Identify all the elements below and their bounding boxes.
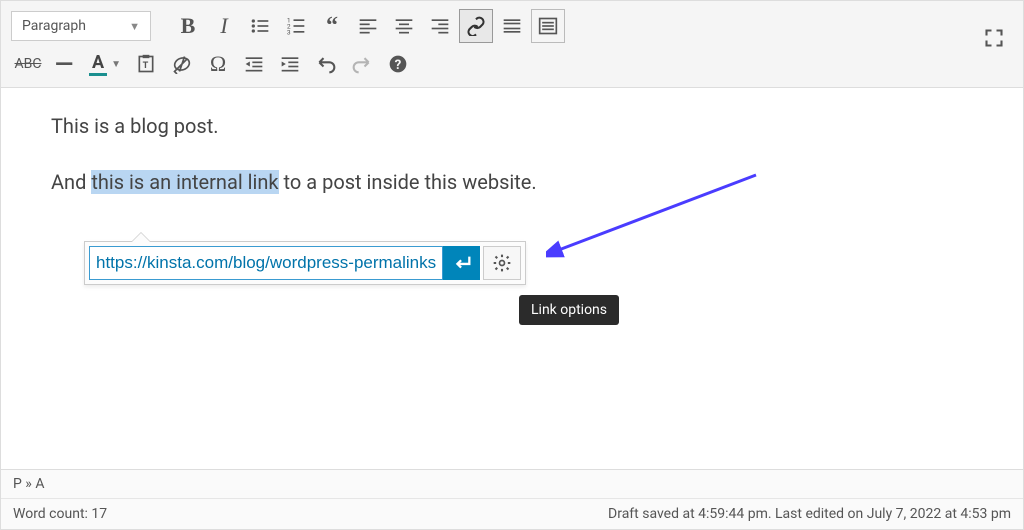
link-options-button[interactable] xyxy=(483,246,521,280)
paragraph-1: This is a blog post. xyxy=(51,110,973,142)
align-center-button[interactable] xyxy=(387,9,421,43)
block-format-select[interactable]: Paragraph ▼ xyxy=(11,11,151,41)
help-button[interactable]: ? xyxy=(381,47,415,81)
insert-more-button[interactable] xyxy=(495,9,529,43)
status-info-row: Word count: 17 Draft saved at 4:59:44 pm… xyxy=(1,499,1023,529)
toolbar-row-2: ABC — A ▼ T Ω ? xyxy=(11,45,1013,83)
svg-text:?: ? xyxy=(395,58,402,73)
ordered-list-button[interactable]: 123 xyxy=(279,9,313,43)
apply-link-button[interactable] xyxy=(443,246,481,280)
enter-icon xyxy=(451,252,473,274)
toolbar-row-1: Paragraph ▼ B I 123 “ xyxy=(11,7,1013,45)
bold-button[interactable]: B xyxy=(171,9,205,43)
word-count: Word count: 17 xyxy=(13,506,107,522)
insert-link-button[interactable] xyxy=(459,9,493,43)
chevron-down-icon: ▼ xyxy=(129,20,140,33)
block-format-label: Paragraph xyxy=(22,18,86,34)
redo-button[interactable] xyxy=(345,47,379,81)
special-character-button[interactable]: Ω xyxy=(201,47,235,81)
text-color-a-icon: A xyxy=(89,52,107,76)
link-edit-popup xyxy=(84,241,526,285)
link-url-input[interactable] xyxy=(89,246,443,280)
fullscreen-button[interactable] xyxy=(977,21,1011,55)
svg-text:3: 3 xyxy=(287,28,291,36)
status-bar: P » A Word count: 17 Draft saved at 4:59… xyxy=(1,469,1023,529)
horizontal-rule-button[interactable]: — xyxy=(47,47,81,81)
indent-button[interactable] xyxy=(273,47,307,81)
paragraph-2: And this is an internal link to a post i… xyxy=(51,166,973,198)
chevron-down-icon: ▼ xyxy=(111,59,121,70)
italic-button[interactable]: I xyxy=(207,9,241,43)
align-right-button[interactable] xyxy=(423,9,457,43)
popup-pointer xyxy=(131,232,151,242)
strikethrough-button[interactable]: ABC xyxy=(11,47,45,81)
clear-formatting-button[interactable] xyxy=(165,47,199,81)
text-color-button[interactable]: A ▼ xyxy=(83,47,127,81)
editor-toolbar: Paragraph ▼ B I 123 “ ABC — xyxy=(1,1,1023,88)
svg-text:T: T xyxy=(143,61,149,71)
element-path[interactable]: P » A xyxy=(1,470,1023,499)
text-before: And xyxy=(51,170,91,194)
save-status: Draft saved at 4:59:44 pm. Last edited o… xyxy=(608,506,1011,522)
toolbar-toggle-button[interactable] xyxy=(531,9,565,43)
align-left-button[interactable] xyxy=(351,9,385,43)
unordered-list-button[interactable] xyxy=(243,9,277,43)
undo-button[interactable] xyxy=(309,47,343,81)
outdent-button[interactable] xyxy=(237,47,271,81)
paste-text-button[interactable]: T xyxy=(129,47,163,81)
link-options-tooltip: Link options xyxy=(519,295,619,325)
selected-link-text: this is an internal link xyxy=(91,170,278,194)
gear-icon xyxy=(492,253,512,273)
blockquote-button[interactable]: “ xyxy=(315,9,349,43)
text-after: to a post inside this website. xyxy=(279,170,537,194)
